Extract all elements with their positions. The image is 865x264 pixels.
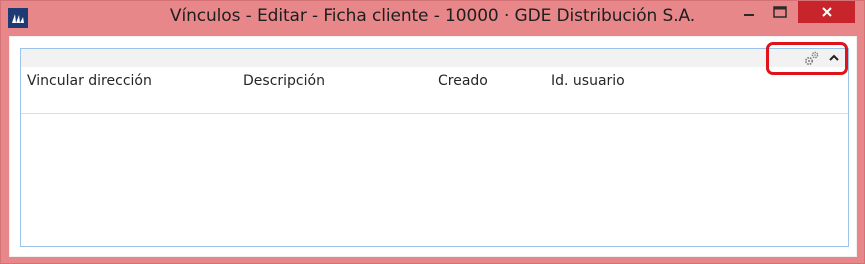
gear-icon[interactable]: [804, 50, 820, 66]
grid-header-row: Vincular dirección Descripción Creado Id…: [21, 67, 848, 114]
column-header-vincular-direccion[interactable]: Vincular dirección: [27, 73, 152, 89]
window-client-area: Vincular dirección Descripción Creado Id…: [9, 36, 857, 257]
maximize-icon: [773, 6, 787, 18]
close-button[interactable]: [798, 1, 855, 23]
grid-body[interactable]: [21, 115, 848, 246]
collapse-icon[interactable]: [827, 51, 841, 65]
column-header-descripcion[interactable]: Descripción: [243, 73, 325, 89]
close-icon: [821, 7, 832, 17]
app-window: Vínculos - Editar - Ficha cliente - 1000…: [0, 0, 865, 264]
minimize-button[interactable]: [735, 1, 763, 23]
column-header-creado[interactable]: Creado: [438, 73, 488, 89]
maximize-button[interactable]: [765, 1, 795, 23]
minimize-icon: [744, 14, 754, 16]
column-header-id-usuario[interactable]: Id. usuario: [551, 73, 625, 89]
title-bar[interactable]: Vínculos - Editar - Ficha cliente - 1000…: [1, 1, 864, 35]
grid-toolbar: [21, 42, 848, 75]
links-grid: Vincular dirección Descripción Creado Id…: [20, 42, 849, 247]
